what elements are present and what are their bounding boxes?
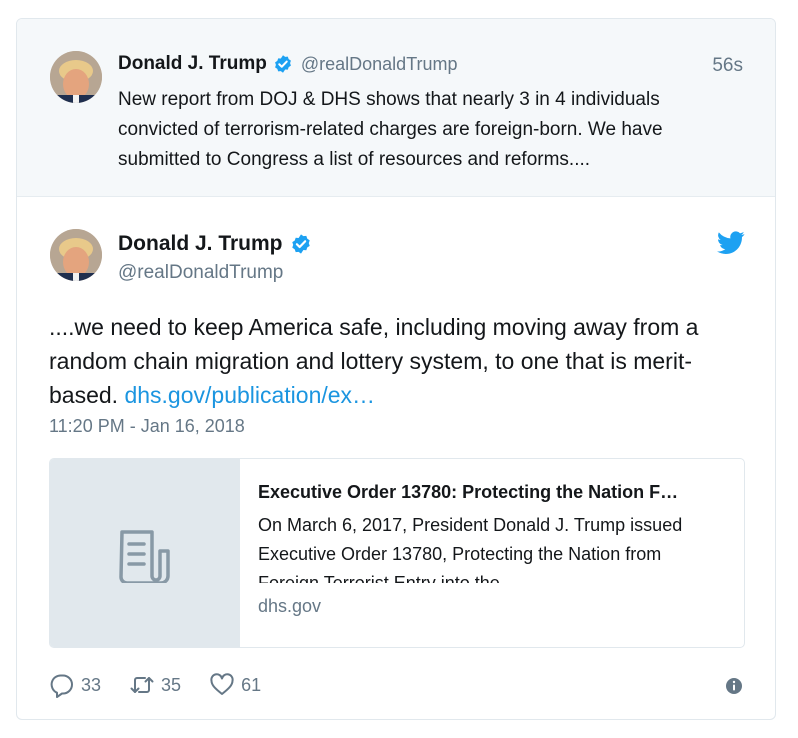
avatar[interactable] [50, 51, 102, 103]
verified-badge-icon [290, 233, 312, 255]
retweet-button[interactable]: 35 [129, 672, 181, 698]
author-name[interactable]: Donald J. Trump [118, 53, 267, 75]
link-card-body: Executive Order 13780: Protecting the Na… [240, 459, 744, 647]
link-preview-card[interactable]: Executive Order 13780: Protecting the Na… [49, 458, 745, 648]
verified-badge-icon [273, 54, 293, 74]
tweet-link[interactable]: dhs.gov/publication/ex… [124, 382, 375, 408]
reply-count: 33 [81, 674, 102, 695]
link-card-description: On March 6, 2017, President Donald J. Tr… [258, 515, 683, 583]
reply-button[interactable]: 33 [49, 672, 101, 698]
link-card-thumbnail [50, 459, 240, 647]
document-icon [119, 530, 170, 583]
parent-tweet-text: New report from DOJ & DHS shows that nea… [118, 89, 663, 170]
info-icon[interactable] [725, 677, 743, 695]
retweet-icon [130, 677, 154, 693]
embedded-tweet-card: Donald J. Trump @realDonaldTrump 56s New… [16, 18, 776, 720]
link-card-domain: dhs.gov [258, 596, 322, 616]
tweet-timestamp[interactable]: 11:20 PM - Jan 16, 2018 [49, 416, 245, 437]
author-handle[interactable]: @realDonaldTrump [118, 262, 283, 284]
like-count: 61 [241, 674, 262, 695]
parent-tweet[interactable]: Donald J. Trump @realDonaldTrump 56s New… [17, 19, 775, 197]
link-card-title[interactable]: Executive Order 13780: Protecting the Na… [258, 479, 726, 505]
avatar[interactable] [50, 229, 102, 281]
tweet-actions: 33 35 61 [49, 672, 289, 698]
like-button[interactable]: 61 [209, 672, 261, 698]
heart-icon [210, 673, 234, 695]
author-name-row[interactable]: Donald J. Trump [118, 232, 312, 256]
main-tweet-text: ....we need to keep America safe, includ… [49, 310, 749, 412]
author-name[interactable]: Donald J. Trump [118, 232, 283, 256]
twitter-bird-icon[interactable] [717, 231, 745, 255]
author-handle[interactable]: @realDonaldTrump [301, 54, 458, 75]
parent-author-row: Donald J. Trump @realDonaldTrump [118, 53, 458, 75]
tweet-time-ago[interactable]: 56s [712, 55, 743, 77]
reply-icon [50, 674, 73, 698]
retweet-count: 35 [161, 674, 182, 695]
